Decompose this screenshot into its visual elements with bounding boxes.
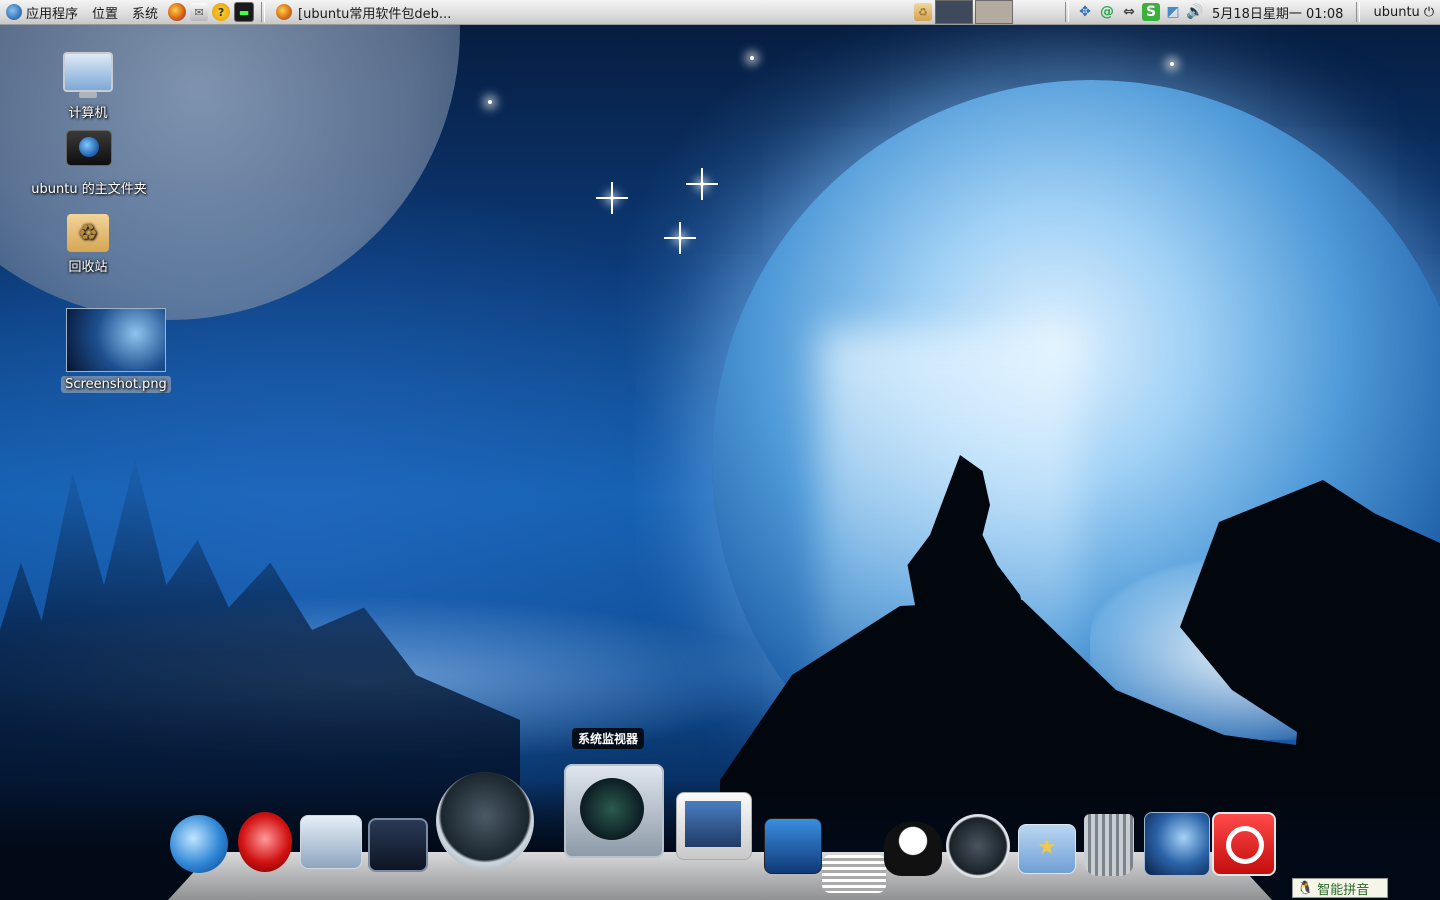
tux-icon[interactable]: [884, 822, 942, 876]
panel-separator: [1065, 2, 1070, 22]
home-folder-icon: [66, 130, 112, 166]
camera-icon[interactable]: [300, 815, 362, 869]
ie-icon[interactable]: [170, 815, 228, 873]
desktop-icon-home[interactable]: ubuntu 的主文件夹: [26, 130, 152, 197]
wallpaper-star: [596, 182, 628, 214]
desktop-icon-computer[interactable]: 计算机: [60, 52, 116, 121]
screen-icon[interactable]: ◩: [1164, 3, 1182, 21]
desktop-icon-trash[interactable]: ♻ 回收站: [60, 214, 116, 275]
movie-icon[interactable]: [764, 818, 822, 874]
tux-icon: 🐧: [1297, 880, 1314, 896]
opera-icon[interactable]: [238, 812, 292, 872]
photos-icon[interactable]: [676, 792, 752, 860]
menu-places-label: 位置: [92, 6, 119, 22]
desktop-wallpaper: [0, 0, 1440, 900]
ime-label: 智能拼音: [1317, 882, 1370, 898]
separator-stripes: [822, 855, 886, 893]
input-method-bar[interactable]: 🐧 智能拼音: [1292, 878, 1388, 898]
menu-applications-label: 应用程序: [26, 6, 79, 22]
user-name: ubuntu: [1373, 4, 1420, 20]
system-monitor-icon[interactable]: [564, 764, 664, 858]
desktop-icon-label: 计算机: [68, 106, 108, 121]
desktop-icon-label: 回收站: [68, 260, 108, 275]
user-menu[interactable]: ubuntu ⏻: [1365, 5, 1438, 20]
taskbar-window-button[interactable]: [ubuntu常用软件包deb...: [270, 1, 912, 23]
desktop-icon-label: Screenshot.png: [61, 376, 171, 393]
ubuntu-logo-icon: [6, 4, 22, 20]
star-icon: ★: [1037, 835, 1057, 860]
desktop-switcher-icon[interactable]: [1144, 812, 1210, 876]
mail-icon[interactable]: ✉: [190, 3, 209, 21]
firefox-icon[interactable]: [168, 3, 187, 21]
power-ring: [1226, 826, 1264, 864]
menu-places[interactable]: 位置: [86, 0, 126, 24]
taskbar-window-title: [ubuntu常用软件包deb...: [298, 6, 452, 22]
favorites-folder-icon[interactable]: ★: [1018, 824, 1076, 874]
panel-separator: [261, 2, 266, 22]
update-icon[interactable]: S: [1142, 3, 1161, 21]
workspace-icon[interactable]: [368, 818, 428, 872]
trash-icon: ♻: [67, 214, 109, 252]
menu-system[interactable]: 系统: [126, 0, 166, 24]
computer-icon: [63, 52, 113, 98]
wallpaper-star: [1170, 62, 1174, 66]
trash-icon[interactable]: [1084, 814, 1134, 876]
volume-icon[interactable]: 🔊: [1186, 3, 1204, 21]
clock[interactable]: 5月18日星期一 01:08: [1206, 3, 1351, 22]
wallpaper-star: [664, 222, 696, 254]
workspace-2[interactable]: [975, 0, 1014, 24]
dock-tooltip: 系统监视器: [572, 728, 645, 749]
desktop-icon-screenshot[interactable]: Screenshot.png: [60, 308, 172, 393]
help-icon[interactable]: ?: [212, 3, 231, 21]
firefox-icon: [276, 4, 293, 20]
photo-preview: [685, 801, 741, 847]
wallpaper-star: [686, 168, 718, 200]
wallpaper-star: [750, 56, 754, 60]
time-machine-icon[interactable]: [436, 772, 534, 870]
network-icon[interactable]: ✥: [1076, 3, 1094, 21]
image-thumbnail-icon: [66, 308, 166, 372]
panel-separator: [1356, 2, 1361, 22]
menu-applications[interactable]: 应用程序: [0, 0, 86, 24]
trash-icon[interactable]: ♻: [914, 3, 933, 21]
system-monitor-icon[interactable]: ▬: [234, 2, 255, 22]
wallpaper-star: [488, 100, 492, 104]
safari-icon[interactable]: [946, 814, 1010, 878]
power-icon: ⏻: [1423, 4, 1435, 20]
arrows-icon[interactable]: ⇔: [1120, 3, 1138, 21]
workspace-1[interactable]: [935, 0, 974, 24]
monitor-screen: [580, 778, 644, 840]
power-icon[interactable]: [1212, 812, 1276, 876]
top-panel: 应用程序 位置 系统 ✉ ? ▬ [ubuntu常用软件包deb... ♻ ✥ …: [0, 0, 1440, 25]
menu-system-label: 系统: [132, 6, 159, 22]
desktop-icon-label: ubuntu 的主文件夹: [31, 182, 147, 197]
spiral-icon[interactable]: @: [1098, 3, 1116, 21]
